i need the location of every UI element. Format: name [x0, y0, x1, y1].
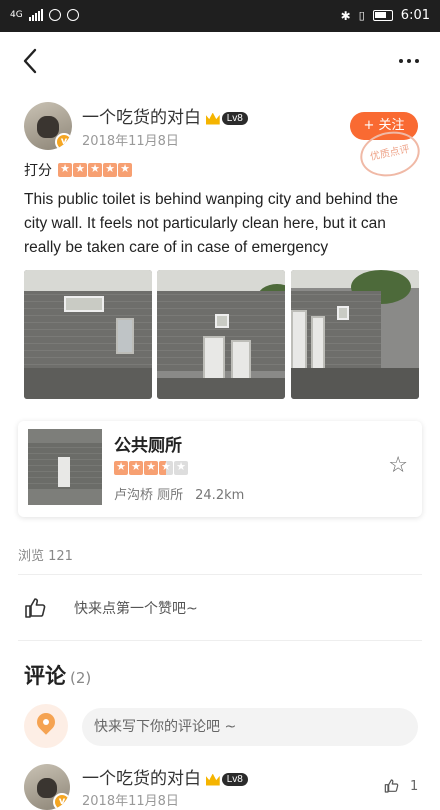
- place-distance: 24.2km: [195, 488, 245, 503]
- place-meta: 卢沟桥 厕所 24.2km: [114, 484, 256, 503]
- place-area: 卢沟桥 厕所: [114, 488, 184, 503]
- divider: [18, 640, 422, 641]
- post-date: 2018年11月8日: [82, 134, 179, 149]
- comments-title: 评论: [24, 664, 66, 688]
- review-photo-1[interactable]: [24, 270, 152, 399]
- thumbs-up-icon[interactable]: [24, 596, 48, 620]
- vibrate-icon: ▯: [358, 9, 365, 22]
- crown-icon: [205, 112, 220, 125]
- author-avatar[interactable]: v: [24, 102, 72, 150]
- back-icon[interactable]: [16, 46, 46, 76]
- place-name: 公共厕所: [114, 436, 182, 456]
- rating-row: 打分: [24, 160, 132, 180]
- network-label: 4G: [10, 10, 23, 20]
- nav-bar: [0, 32, 440, 90]
- more-icon[interactable]: [394, 46, 424, 76]
- place-card[interactable]: 公共厕所 卢沟桥 厕所 24.2km ☆: [18, 421, 422, 517]
- author-name-text: 一个吃货的对白: [82, 108, 201, 127]
- verified-badge-icon: v: [55, 133, 72, 150]
- status-bar: 4G ✱ ▯ 6:01: [0, 0, 440, 32]
- commenter-avatar[interactable]: v: [24, 764, 70, 810]
- star-icon: [103, 162, 117, 177]
- star-icon: [118, 162, 132, 177]
- star-icon: [58, 162, 72, 177]
- thumbs-up-icon[interactable]: [384, 778, 400, 794]
- star-empty-icon: [174, 460, 188, 475]
- like-prompt: 快来点第一个赞吧~: [74, 601, 198, 617]
- signal-icon: [28, 9, 43, 21]
- battery-icon: [372, 10, 393, 21]
- comment-like[interactable]: 1: [384, 778, 418, 794]
- favorite-star-icon[interactable]: ☆: [388, 453, 408, 478]
- star-icon: [144, 460, 158, 475]
- star-half-icon: [159, 460, 173, 475]
- rating-label: 打分: [24, 163, 52, 179]
- place-rating-stars: [114, 460, 188, 475]
- comments-count: (2): [70, 669, 92, 687]
- star-icon: [88, 162, 102, 177]
- wechat-icon: [66, 9, 79, 21]
- my-avatar: [24, 704, 68, 748]
- review-photo-3[interactable]: [291, 270, 419, 399]
- location-pin-icon: [33, 709, 59, 735]
- view-count: 浏览 121: [18, 549, 73, 564]
- status-left: 4G: [10, 9, 79, 21]
- divider: [18, 574, 422, 575]
- commenter-name-text: 一个吃货的对白: [82, 769, 201, 788]
- comments-header: 评论 (2): [24, 660, 91, 690]
- rating-stars: [58, 162, 132, 177]
- status-right: ✱ ▯ 6:01: [341, 8, 430, 23]
- star-icon: [129, 460, 143, 475]
- star-icon: [114, 460, 128, 475]
- bluetooth-icon: ✱: [340, 8, 351, 23]
- crown-icon: [205, 773, 220, 786]
- comment-like-count: 1: [410, 778, 419, 794]
- author-name[interactable]: 一个吃货的对白 Lv8: [82, 103, 248, 128]
- star-icon: [73, 162, 87, 177]
- comment-input[interactable]: 快来写下你的评论吧 ~: [82, 708, 418, 746]
- comment-date: 2018年11月8日: [82, 794, 179, 809]
- review-text: This public toilet is behind wanping cit…: [24, 191, 398, 256]
- level-badge: Lv8: [221, 112, 248, 126]
- like-row[interactable]: 快来点第一个赞吧~: [24, 596, 198, 620]
- level-badge: Lv8: [221, 773, 248, 787]
- place-thumbnail: [28, 429, 102, 505]
- verified-badge-icon: v: [53, 793, 70, 810]
- status-time: 6:01: [400, 8, 430, 23]
- notification-icon: [48, 9, 61, 21]
- review-photo-2[interactable]: [157, 270, 285, 399]
- commenter-name[interactable]: 一个吃货的对白 Lv8: [82, 764, 248, 789]
